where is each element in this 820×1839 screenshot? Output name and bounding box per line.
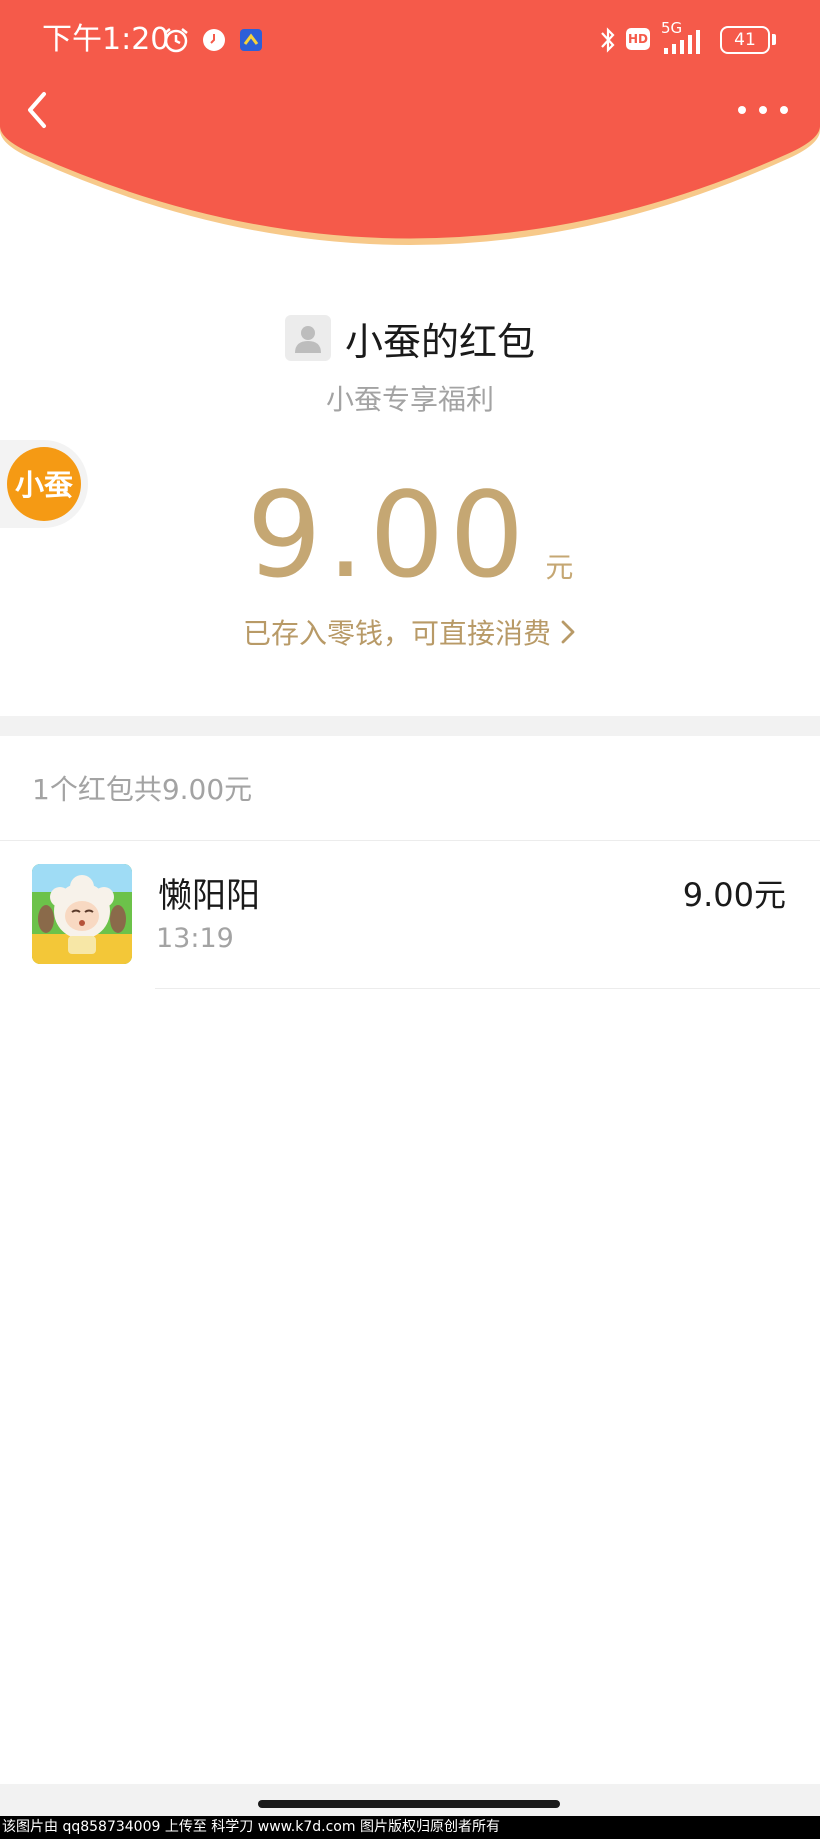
app-notification-icon <box>237 24 265 56</box>
summary-divider <box>0 840 820 841</box>
stored-text: 已存入零钱，可直接消费 <box>242 617 551 650</box>
stored-to-balance-link[interactable]: 已存入零钱，可直接消费 <box>0 612 820 652</box>
more-dot <box>759 106 767 114</box>
battery-cap <box>772 34 776 45</box>
bluetooth-icon <box>596 24 620 56</box>
section-divider <box>0 716 820 736</box>
chevron-left-icon <box>28 92 46 128</box>
home-indicator[interactable] <box>258 1800 560 1808</box>
clock-app-icon <box>200 24 228 56</box>
received-amount: 9.00元 <box>682 876 786 914</box>
hd-badge: HD <box>626 28 650 50</box>
amount-unit: 元 <box>545 551 574 584</box>
back-button[interactable] <box>20 86 56 134</box>
battery-indicator: 41 <box>720 26 770 54</box>
recipient-avatar[interactable] <box>32 864 132 964</box>
watermark-text: 该图片由 qq858734009 上传至 科学刀 www.k7d.com 图片版… <box>0 1816 820 1839</box>
packet-summary: 1个红包共9.00元 <box>32 773 253 806</box>
more-options-button[interactable] <box>738 90 788 130</box>
receive-time: 13:19 <box>156 923 234 954</box>
sender-row: 小蚕的红包 <box>0 310 820 366</box>
alarm-icon <box>161 24 191 56</box>
chevron-right-icon <box>561 620 575 644</box>
status-time: 下午1:20 <box>42 22 170 57</box>
sender-title: 小蚕的红包 <box>344 319 535 364</box>
signal-icon <box>660 26 710 58</box>
more-dot <box>738 106 746 114</box>
more-dot <box>780 106 788 114</box>
recipient-name: 懒阳阳 <box>158 876 260 916</box>
amount-row: 9.00 元 <box>0 470 820 600</box>
user-placeholder-icon <box>294 326 321 353</box>
packet-amount: 9.00 <box>246 466 530 604</box>
packet-subtitle: 小蚕专享福利 <box>325 383 494 416</box>
row-divider <box>155 988 820 989</box>
status-bar: 下午1:20 HD 5G 41 <box>0 0 820 80</box>
sender-avatar <box>284 315 331 361</box>
